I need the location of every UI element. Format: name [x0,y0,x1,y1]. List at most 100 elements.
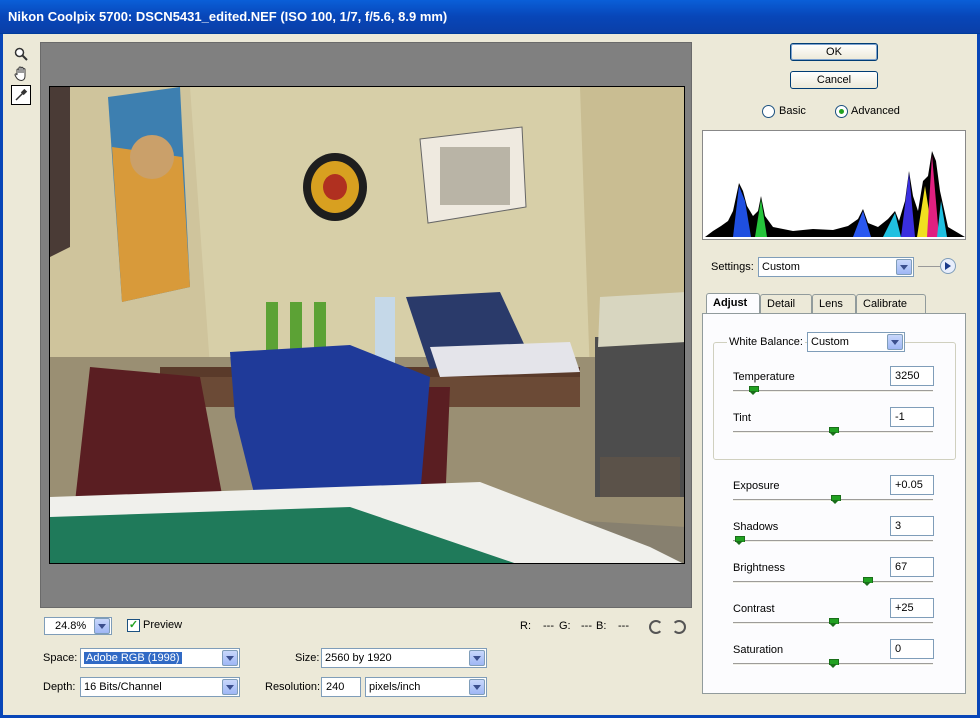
brightness-slider-thumb[interactable] [863,577,873,587]
green-readout-value: --- [581,620,592,632]
preview-checkbox[interactable]: ✓ [127,619,140,632]
tint-slider-thumb[interactable] [829,427,839,437]
zoom-tool-button[interactable] [11,44,31,64]
size-dropdown-button[interactable] [469,650,485,666]
basic-mode-label: Basic [779,105,806,117]
tab-lens[interactable]: Lens [812,294,856,313]
contrast-value: +25 [895,602,914,614]
zoom-level-field[interactable]: 24.8% [44,617,112,635]
exposure-input[interactable]: +0.05 [890,475,934,495]
temperature-slider-thumb[interactable] [749,386,759,396]
eyedropper-icon [15,88,28,101]
basic-mode-radio[interactable] [762,105,775,118]
adjust-panel: White Balance: Custom Temperature 3250 Tin… [702,313,966,694]
space-value: Adobe RGB (1998) [84,652,182,664]
settings-select[interactable]: Custom [758,257,914,277]
contrast-label: Contrast [733,603,775,615]
contrast-slider-thumb[interactable] [829,618,839,628]
settings-label: Settings: [711,261,754,273]
temperature-slider[interactable] [733,390,933,393]
saturation-slider-thumb[interactable] [829,659,839,669]
advanced-mode-label: Advanced [851,105,900,117]
shadows-input[interactable]: 3 [890,516,934,536]
cancel-button[interactable]: Cancel [790,71,878,89]
blue-readout-value: --- [618,620,629,632]
resolution-unit-value: pixels/inch [369,681,421,693]
depth-value: 16 Bits/Channel [84,681,162,693]
resolution-input[interactable]: 240 [321,677,361,697]
saturation-input[interactable]: 0 [890,639,934,659]
shadows-value: 3 [895,520,902,532]
brightness-label: Brightness [733,562,785,574]
tint-value: -1 [895,411,905,423]
settings-value: Custom [762,261,800,273]
tint-label: Tint [733,412,751,424]
saturation-label: Saturation [733,644,784,656]
shadows-slider[interactable] [733,540,933,543]
hand-icon [14,66,26,82]
space-label: Space: [43,652,78,664]
depth-dropdown-button[interactable] [222,679,238,695]
resolution-label: Resolution: [265,681,321,693]
size-label: Size: [295,652,320,664]
play-arrow-icon [945,262,951,270]
settings-divider [918,266,940,267]
tint-input[interactable]: -1 [890,407,934,427]
blue-readout-label: B: [596,620,607,632]
zoom-level-value: 24.8% [55,620,87,632]
brightness-value: 67 [895,561,908,573]
white-balance-dropdown-button[interactable] [887,334,903,350]
shadows-label: Shadows [733,521,779,533]
contrast-input[interactable]: +25 [890,598,934,618]
temperature-input[interactable]: 3250 [890,366,934,386]
exposure-slider-thumb[interactable] [831,495,841,505]
settings-dropdown-button[interactable] [896,259,912,275]
red-readout-label: R: [520,620,531,632]
magnifier-icon [14,47,28,61]
status-bar: 24.8% ✓ Preview R: --- G: --- B: --- [40,614,692,636]
red-readout-value: --- [543,620,554,632]
exposure-value: +0.05 [895,479,923,491]
window-title: Nikon Coolpix 5700: DSCN5431_edited.NEF … [8,9,448,24]
settings-menu-button[interactable] [940,258,956,274]
temperature-label: Temperature [733,371,795,383]
temperature-value: 3250 [895,370,920,382]
size-value: 2560 by 1920 [325,652,392,664]
brightness-slider[interactable] [733,581,933,584]
depth-select[interactable]: 16 Bits/Channel [80,677,240,697]
white-balance-group [713,342,956,460]
shadows-slider-thumb[interactable] [735,536,745,546]
ok-button[interactable]: OK [790,43,878,61]
saturation-value: 0 [895,643,902,655]
histogram [702,130,966,240]
advanced-mode-radio[interactable] [835,105,848,118]
resolution-unit-select[interactable]: pixels/inch [365,677,487,697]
resolution-value: 240 [326,681,345,693]
tab-adjust[interactable]: Adjust [706,293,760,314]
zoom-dropdown-button[interactable] [94,618,110,634]
tab-strip: Adjust Detail Lens Calibrate [702,293,966,314]
image-preview[interactable] [49,86,685,564]
white-balance-select[interactable]: Custom [807,332,905,352]
histogram-graph [703,131,965,239]
white-balance-tool-button[interactable] [11,85,31,105]
white-balance-value: Custom [811,336,849,348]
preview-label: Preview [143,619,183,631]
green-readout-label: G: [559,620,571,632]
white-balance-label: White Balance: [727,336,805,348]
brightness-input[interactable]: 67 [890,557,934,577]
hand-tool-button[interactable] [11,64,31,84]
space-select[interactable]: Adobe RGB (1998) [80,648,240,668]
tab-calibrate[interactable]: Calibrate [856,294,926,313]
photo-image [50,87,684,563]
title-bar: Nikon Coolpix 5700: DSCN5431_edited.NEF … [0,0,980,34]
rotate-right-icon[interactable] [672,620,686,634]
depth-label: Depth: [43,681,76,693]
tab-detail[interactable]: Detail [760,294,812,313]
exposure-label: Exposure [733,480,780,492]
rotate-left-icon[interactable] [649,620,663,634]
preview-area[interactable] [40,42,692,608]
resolution-unit-dropdown-button[interactable] [469,679,485,695]
space-dropdown-button[interactable] [222,650,238,666]
size-select[interactable]: 2560 by 1920 [321,648,487,668]
